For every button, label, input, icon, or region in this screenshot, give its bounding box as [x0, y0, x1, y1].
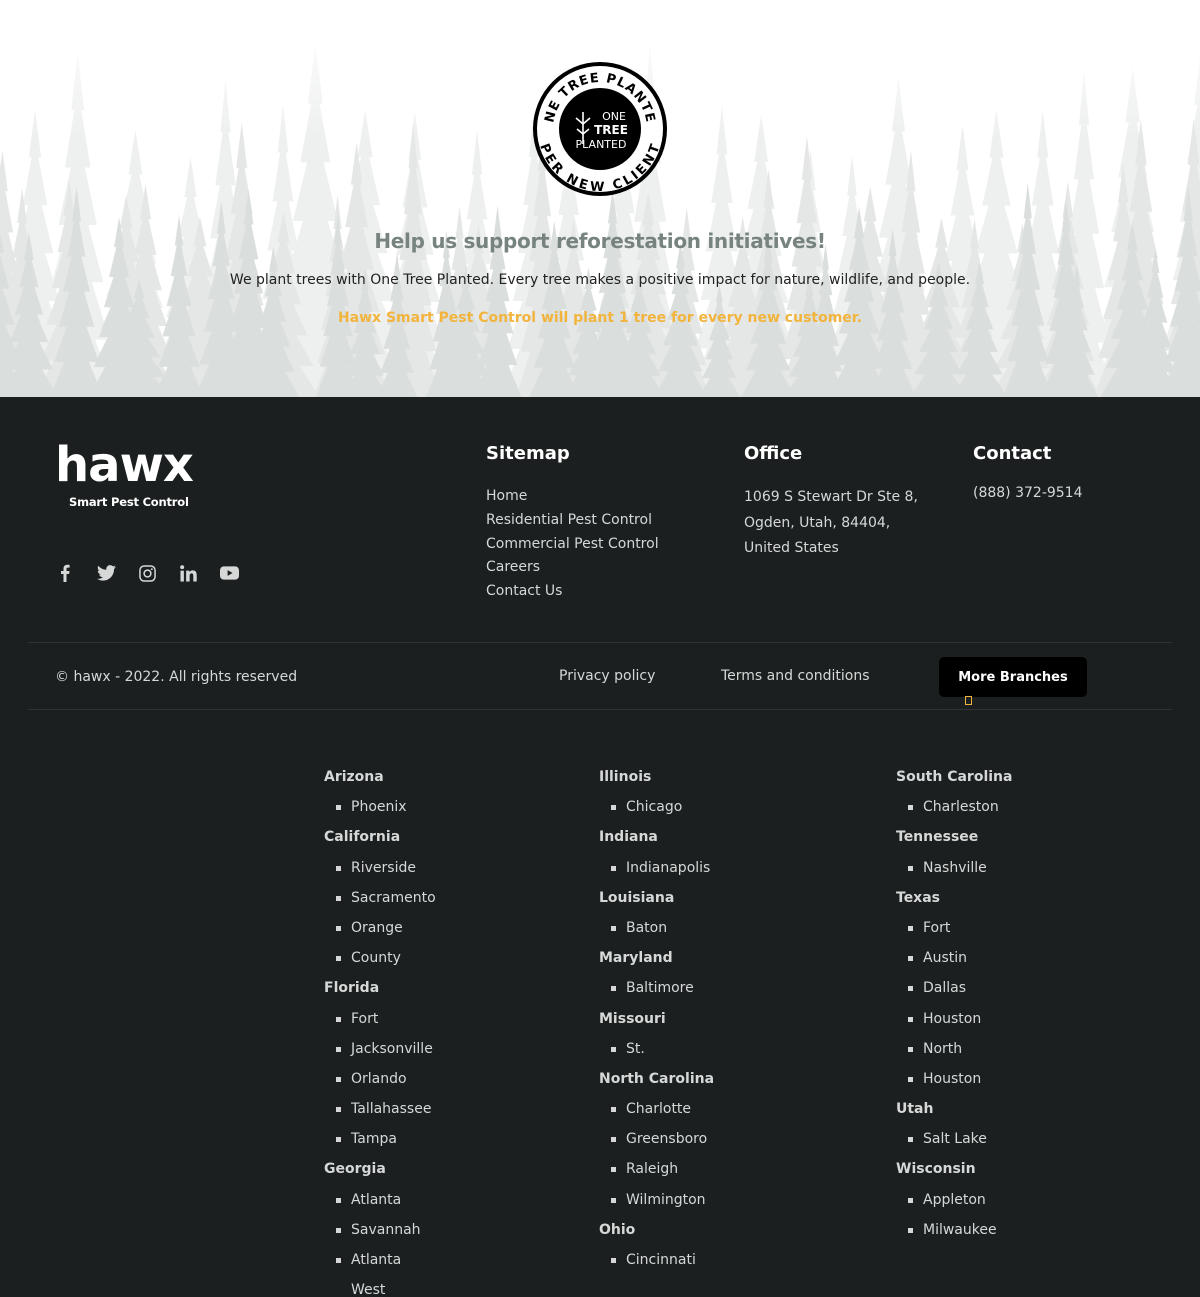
branch-city-link[interactable]: Atlanta: [324, 1185, 436, 1215]
branch-city-link[interactable]: West: [324, 1275, 436, 1297]
contact-title: Contact: [973, 443, 1052, 464]
logo-wordmark: hawx: [55, 437, 194, 493]
branches-column-1: Arizona Phoenix California Riverside Sacrame…: [324, 762, 436, 1297]
branch-city-link[interactable]: Appleton: [896, 1185, 1012, 1215]
logo-tagline: Smart Pest Control: [69, 495, 189, 509]
branch-city-link[interactable]: Greensboro: [599, 1124, 714, 1154]
branch-state: Missouri: [599, 1010, 666, 1027]
branch-city-link[interactable]: Baton: [599, 913, 714, 943]
branch-city-link[interactable]: Salt Lake: [896, 1124, 1012, 1154]
branch-state: North Carolina: [599, 1070, 715, 1087]
branch-city-link[interactable]: Phoenix: [324, 792, 436, 822]
branch-city-link[interactable]: Charlotte: [599, 1094, 714, 1124]
branch-city-link[interactable]: Wilmington: [599, 1185, 714, 1215]
branch-city-link[interactable]: Milwaukee: [896, 1215, 1012, 1245]
reforestation-text: We plant trees with One Tree Planted. Ev…: [229, 272, 971, 288]
reforestation-section: ONE TREE PLANTED PER NEW CLIENT ONE TREE…: [0, 0, 1200, 397]
facebook-icon[interactable]: [55, 563, 75, 583]
branch-state: Utah: [896, 1101, 934, 1118]
address-line-3: United States: [744, 540, 839, 556]
office-title: Office: [744, 443, 803, 464]
branch-state: South Carolina: [896, 769, 1013, 785]
divider: [28, 642, 1172, 643]
branch-city-link[interactable]: Raleigh: [599, 1154, 714, 1184]
branch-city-link[interactable]: Dallas: [896, 973, 1012, 1003]
social-links: [55, 563, 239, 583]
phone-link[interactable]: (888) 372-9514: [973, 485, 1083, 501]
copyright-text: © hawx - 2022. All rights reserved: [55, 669, 298, 685]
sitemap-link-residential[interactable]: Residential Pest Control: [486, 509, 659, 533]
hawx-logo[interactable]: hawx Smart Pest Control: [55, 437, 200, 509]
branch-state: Wisconsin: [896, 1161, 976, 1178]
sitemap-title: Sitemap: [486, 443, 570, 464]
branch-city-link[interactable]: Sacramento: [324, 883, 436, 913]
branch-state: California: [324, 829, 401, 846]
twitter-icon[interactable]: [96, 563, 116, 583]
branches-column-2: Illinois Chicago Indiana Indianapolis Louisi…: [599, 762, 714, 1275]
branch-state: Ohio: [599, 1221, 636, 1238]
branch-state: Georgia: [324, 1161, 386, 1178]
sitemap-links: Home Residential Pest Control Commercial…: [486, 485, 659, 604]
terms-link[interactable]: Terms and conditions: [721, 668, 870, 684]
sitemap-link-commercial[interactable]: Commercial Pest Control: [486, 533, 659, 557]
branches-column-3: South Carolina Charleston Tennessee Nashvil…: [896, 762, 1012, 1245]
chevron-down-icon: [965, 696, 972, 705]
branch-city-link[interactable]: St.: [599, 1034, 714, 1064]
site-footer: hawx Smart Pest Control Sitemap Home Res…: [0, 397, 1200, 1297]
branch-city-link[interactable]: County: [324, 943, 436, 973]
branch-city-link[interactable]: North: [896, 1034, 1012, 1064]
svg-text:TREE: TREE: [594, 123, 628, 137]
branch-city-link[interactable]: Houston: [896, 1064, 1012, 1094]
branch-city-link[interactable]: Houston: [896, 1004, 1012, 1034]
office-address: 1069 S Stewart Dr Ste 8, Ogden, Utah, 84…: [744, 485, 918, 562]
branch-city-link[interactable]: Riverside: [324, 853, 436, 883]
branch-city-link[interactable]: Fort: [896, 913, 1012, 943]
more-branches-button[interactable]: More Branches: [939, 657, 1087, 697]
reforestation-title: Help us support reforestation initiative…: [374, 229, 826, 253]
branch-city-link[interactable]: Fort: [324, 1004, 436, 1034]
reforestation-cta: Hawx Smart Pest Control will plant 1 tre…: [337, 310, 863, 326]
sitemap-link-home[interactable]: Home: [486, 485, 659, 509]
branch-city-link[interactable]: Charleston: [896, 792, 1012, 822]
branch-city-link[interactable]: Jacksonville: [324, 1034, 436, 1064]
branch-city-link[interactable]: Tampa: [324, 1124, 436, 1154]
branch-state: Texas: [896, 889, 940, 906]
branch-state: Indiana: [599, 829, 658, 846]
svg-text:PLANTED: PLANTED: [576, 138, 627, 151]
sitemap-link-careers[interactable]: Careers: [486, 556, 659, 580]
branch-city-link[interactable]: Indianapolis: [599, 853, 714, 883]
branch-state: Louisiana: [599, 889, 675, 906]
branch-city-link[interactable]: Savannah: [324, 1215, 436, 1245]
instagram-icon[interactable]: [137, 563, 157, 583]
youtube-icon[interactable]: [219, 563, 239, 583]
branch-city-link[interactable]: Baltimore: [599, 973, 714, 1003]
branch-city-link[interactable]: Orange: [324, 913, 436, 943]
branch-city-link[interactable]: Tallahassee: [324, 1094, 436, 1124]
branch-state: Tennessee: [896, 829, 979, 846]
sitemap-link-contact[interactable]: Contact Us: [486, 580, 659, 604]
branch-city-link[interactable]: Cincinnati: [599, 1245, 714, 1275]
linkedin-icon[interactable]: [178, 563, 198, 583]
address-line-1: 1069 S Stewart Dr Ste 8,: [744, 489, 918, 505]
branch-state: Illinois: [599, 769, 652, 785]
branch-state: Maryland: [599, 950, 673, 967]
address-line-2: Ogden, Utah, 84404,: [744, 514, 891, 531]
one-tree-planted-badge: ONE TREE PLANTED PER NEW CLIENT ONE TREE…: [531, 60, 667, 196]
branch-city-link[interactable]: Nashville: [896, 853, 1012, 883]
branch-state: Arizona: [324, 769, 384, 785]
divider: [28, 709, 1172, 710]
branch-city-link[interactable]: Atlanta: [324, 1245, 436, 1275]
branch-city-link[interactable]: Chicago: [599, 792, 714, 822]
svg-text:ONE: ONE: [602, 110, 626, 123]
branch-city-link[interactable]: Austin: [896, 943, 1012, 973]
branch-state: Florida: [324, 980, 380, 997]
branch-city-link[interactable]: Orlando: [324, 1064, 436, 1094]
privacy-policy-link[interactable]: Privacy policy: [559, 668, 655, 684]
